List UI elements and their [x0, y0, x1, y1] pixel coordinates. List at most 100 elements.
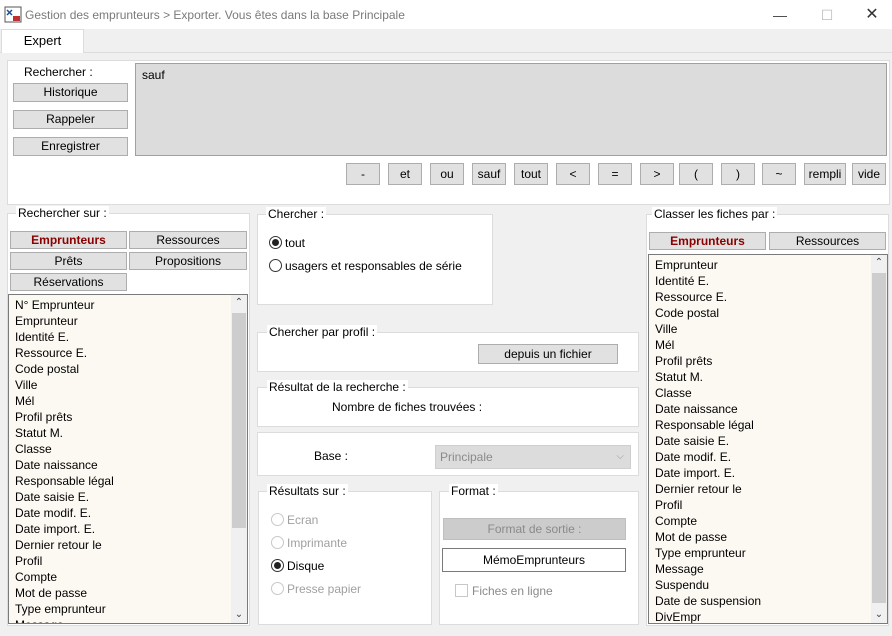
output-file-field[interactable]: MémoEmprunteurs	[442, 548, 626, 572]
save-button[interactable]: Enregistrer	[13, 137, 128, 156]
list-item[interactable]: Responsable légal	[15, 473, 114, 489]
base-select[interactable]: Principale ⌵	[435, 445, 631, 469]
operator-rempli-button[interactable]: rempli	[804, 163, 846, 185]
operator-greater-button[interactable]: >	[640, 163, 674, 185]
sort-field-list[interactable]: Emprunteur Identité E. Ressource E. Code po…	[648, 254, 888, 624]
radio-icon	[271, 536, 284, 549]
list-item[interactable]: Date naissance	[655, 401, 761, 417]
results-disque-radio[interactable]: Disque	[271, 559, 324, 573]
operator-close-paren-button[interactable]: )	[721, 163, 755, 185]
operator-sauf-button[interactable]: sauf	[472, 163, 506, 185]
list-item[interactable]: Ville	[15, 377, 114, 393]
list-item[interactable]: Type emprunteur	[655, 545, 761, 561]
scroll-up-icon[interactable]: ⌃	[871, 255, 887, 271]
radio-selected-icon	[269, 236, 282, 249]
list-item[interactable]: Message	[15, 617, 114, 623]
list-item[interactable]: Profil prêts	[15, 409, 114, 425]
list-item[interactable]: Dernier retour le	[15, 537, 114, 553]
scroll-thumb[interactable]	[872, 273, 886, 603]
scroll-down-icon[interactable]: ⌄	[871, 607, 887, 623]
results-presse-papier-radio[interactable]: Presse papier	[271, 582, 361, 596]
list-item[interactable]: Date modif. E.	[15, 505, 114, 521]
sort-emprunteurs-button[interactable]: Emprunteurs	[649, 232, 766, 250]
scroll-thumb[interactable]	[232, 313, 246, 528]
list-item[interactable]: Suspendu	[655, 577, 761, 593]
list-item[interactable]: Date modif. E.	[655, 449, 761, 465]
list-item[interactable]: Identité E.	[15, 329, 114, 345]
list-item[interactable]: Mél	[655, 337, 761, 353]
search-field-scrollbar[interactable]: ⌃ ⌄	[231, 295, 247, 623]
search-query-input[interactable]: sauf	[135, 63, 887, 156]
search-field-items: N° Emprunteur Emprunteur Identité E. Ressou…	[15, 297, 114, 623]
operator-equal-button[interactable]: =	[598, 163, 632, 185]
list-item[interactable]: Classe	[15, 441, 114, 457]
list-item[interactable]: Code postal	[655, 305, 761, 321]
chercher-tout-radio[interactable]: tout	[269, 236, 305, 250]
list-item[interactable]: Profil	[655, 497, 761, 513]
search-field-list[interactable]: N° Emprunteur Emprunteur Identité E. Ressou…	[8, 294, 248, 624]
output-format-button[interactable]: Format de sortie :	[443, 518, 626, 540]
list-item[interactable]: Classe	[655, 385, 761, 401]
fiches-en-ligne-checkbox[interactable]: Fiches en ligne	[455, 584, 553, 598]
results-imprimante-radio[interactable]: Imprimante	[271, 536, 347, 550]
list-item[interactable]: Dernier retour le	[655, 481, 761, 497]
operator-et-button[interactable]: et	[388, 163, 422, 185]
list-item[interactable]: Compte	[655, 513, 761, 529]
tab-expert[interactable]: Expert	[1, 29, 84, 53]
recall-button[interactable]: Rappeler	[13, 110, 128, 129]
sort-field-scrollbar[interactable]: ⌃ ⌄	[871, 255, 887, 623]
list-item[interactable]: Date de suspension	[655, 593, 761, 609]
list-item[interactable]: Type emprunteur	[15, 601, 114, 617]
close-button[interactable]: ✕	[858, 4, 886, 26]
operator-vide-button[interactable]: vide	[852, 163, 886, 185]
operator-ou-button[interactable]: ou	[430, 163, 464, 185]
search-on-propositions-button[interactable]: Propositions	[129, 252, 247, 270]
list-item[interactable]: Ville	[655, 321, 761, 337]
scroll-up-icon[interactable]: ⌃	[231, 295, 247, 311]
list-item[interactable]: Statut M.	[15, 425, 114, 441]
operator-less-button[interactable]: <	[556, 163, 590, 185]
list-item[interactable]: Profil prêts	[655, 353, 761, 369]
operator-tilde-button[interactable]: ~	[762, 163, 796, 185]
radio-icon	[269, 259, 282, 272]
result-count-label: Nombre de fiches trouvées :	[332, 400, 483, 414]
list-item[interactable]: Statut M.	[655, 369, 761, 385]
list-item[interactable]: Date import. E.	[15, 521, 114, 537]
window-title: Gestion des emprunteurs > Exporter. Vous…	[25, 8, 405, 22]
operator-minus-button[interactable]: -	[346, 163, 380, 185]
list-item[interactable]: Date saisie E.	[15, 489, 114, 505]
list-item[interactable]: Identité E.	[655, 273, 761, 289]
minimize-button[interactable]: —	[766, 4, 794, 26]
search-on-emprunteurs-button[interactable]: Emprunteurs	[10, 231, 127, 249]
sort-ressources-button[interactable]: Ressources	[769, 232, 886, 250]
search-on-reservations-button[interactable]: Réservations	[10, 273, 127, 291]
scroll-down-icon[interactable]: ⌄	[231, 607, 247, 623]
list-item[interactable]: Responsable légal	[655, 417, 761, 433]
search-on-ressources-button[interactable]: Ressources	[129, 231, 247, 249]
history-button[interactable]: Historique	[13, 83, 128, 102]
list-item[interactable]: Mot de passe	[655, 529, 761, 545]
list-item[interactable]: Compte	[15, 569, 114, 585]
from-file-button[interactable]: depuis un fichier	[478, 344, 618, 364]
list-item[interactable]: Date naissance	[15, 457, 114, 473]
list-item[interactable]: Mél	[15, 393, 114, 409]
operator-tout-button[interactable]: tout	[514, 163, 548, 185]
list-item[interactable]: N° Emprunteur	[15, 297, 114, 313]
list-item[interactable]: Date saisie E.	[655, 433, 761, 449]
list-item[interactable]: Emprunteur	[655, 257, 761, 273]
results-ecran-radio[interactable]: Ecran	[271, 513, 318, 527]
list-item[interactable]: Ressource E.	[655, 289, 761, 305]
base-select-value: Principale	[440, 450, 493, 464]
list-item[interactable]: Message	[655, 561, 761, 577]
chercher-usagers-radio[interactable]: usagers et responsables de série	[269, 259, 462, 273]
list-item[interactable]: Code postal	[15, 361, 114, 377]
operator-open-paren-button[interactable]: (	[679, 163, 713, 185]
search-on-prets-button[interactable]: Prêts	[10, 252, 127, 270]
list-item[interactable]: Profil	[15, 553, 114, 569]
maximize-button[interactable]: ☐	[813, 4, 841, 26]
list-item[interactable]: Mot de passe	[15, 585, 114, 601]
list-item[interactable]: Ressource E.	[15, 345, 114, 361]
list-item[interactable]: Emprunteur	[15, 313, 114, 329]
list-item[interactable]: Date import. E.	[655, 465, 761, 481]
list-item[interactable]: DivEmpr	[655, 609, 761, 623]
